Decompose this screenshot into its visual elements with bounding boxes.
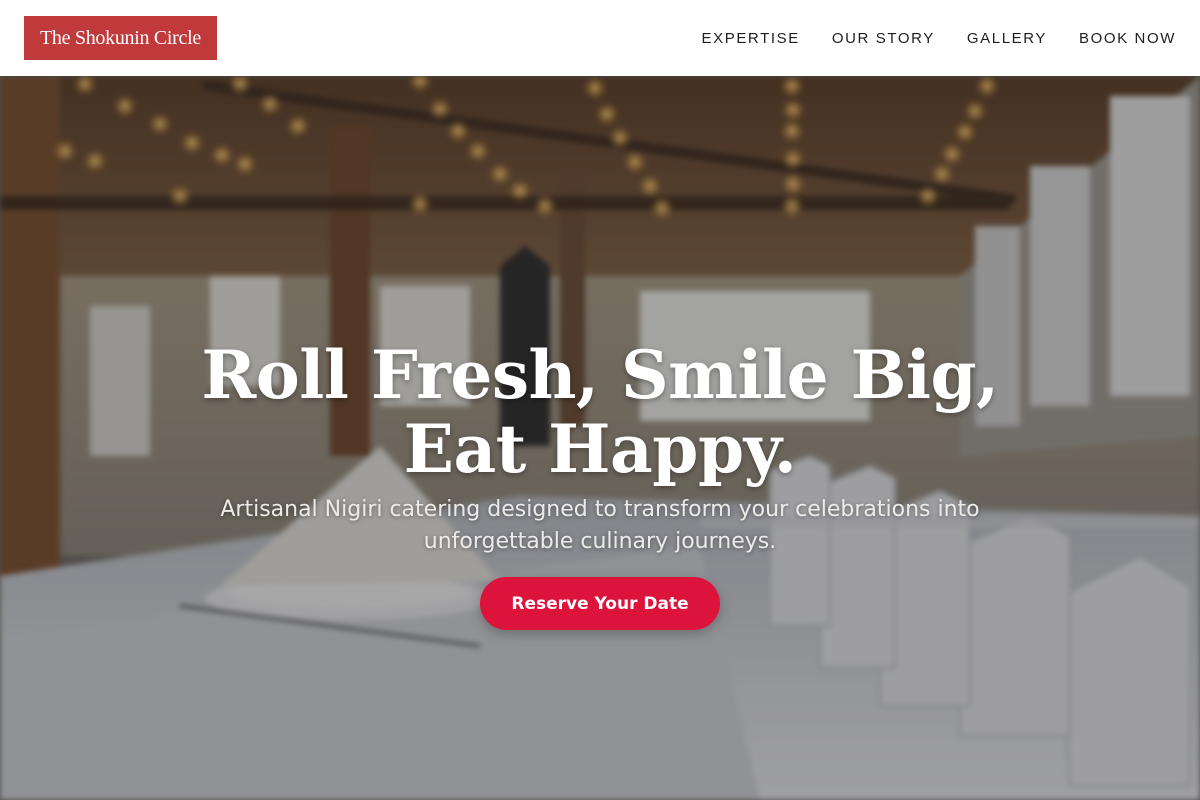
nav-link-our-story[interactable]: OUR STORY (832, 30, 935, 47)
nav-link-book-now[interactable]: BOOK NOW (1079, 30, 1176, 47)
hero-content: Roll Fresh, Smile Big, Eat Happy. Artisa… (0, 76, 1200, 800)
hero-section: Roll Fresh, Smile Big, Eat Happy. Artisa… (0, 76, 1200, 800)
hero-headline: Roll Fresh, Smile Big, Eat Happy. (201, 336, 999, 488)
brand-logo[interactable]: The Shokunin Circle (24, 16, 217, 60)
nav-link-expertise[interactable]: EXPERTISE (702, 30, 800, 47)
hero-subheadline: Artisanal Nigiri catering designed to tr… (220, 497, 980, 554)
nav-link-gallery[interactable]: GALLERY (967, 30, 1047, 47)
site-header: The Shokunin Circle EXPERTISE OUR STORY … (0, 0, 1200, 76)
brand-name: The Shokunin Circle (40, 26, 201, 49)
reserve-your-date-button[interactable]: Reserve Your Date (480, 577, 720, 630)
main-nav: EXPERTISE OUR STORY GALLERY BOOK NOW (702, 30, 1176, 47)
